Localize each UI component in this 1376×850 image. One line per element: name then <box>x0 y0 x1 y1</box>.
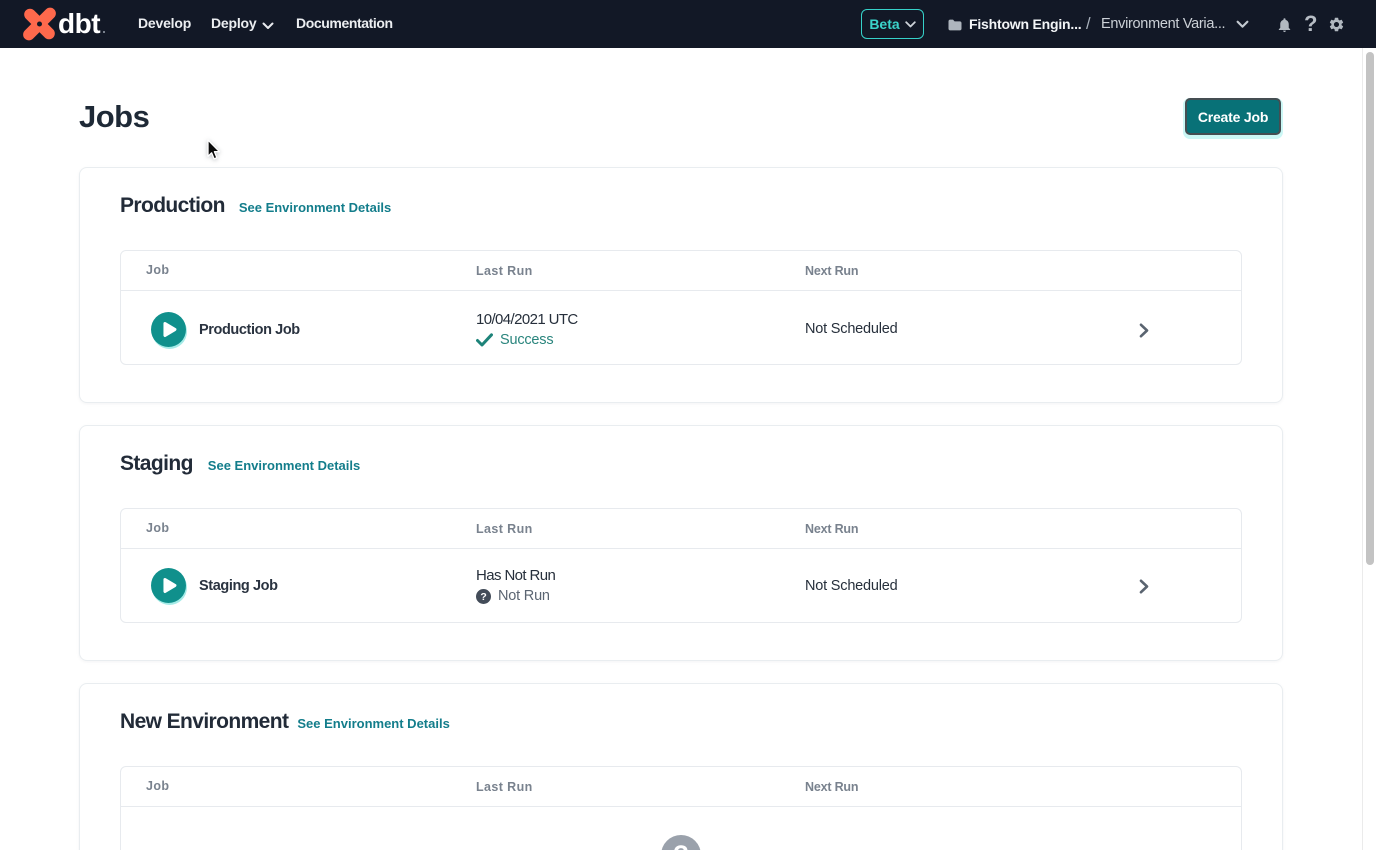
svg-text:?: ? <box>480 591 486 603</box>
svg-text:?: ? <box>673 839 689 850</box>
